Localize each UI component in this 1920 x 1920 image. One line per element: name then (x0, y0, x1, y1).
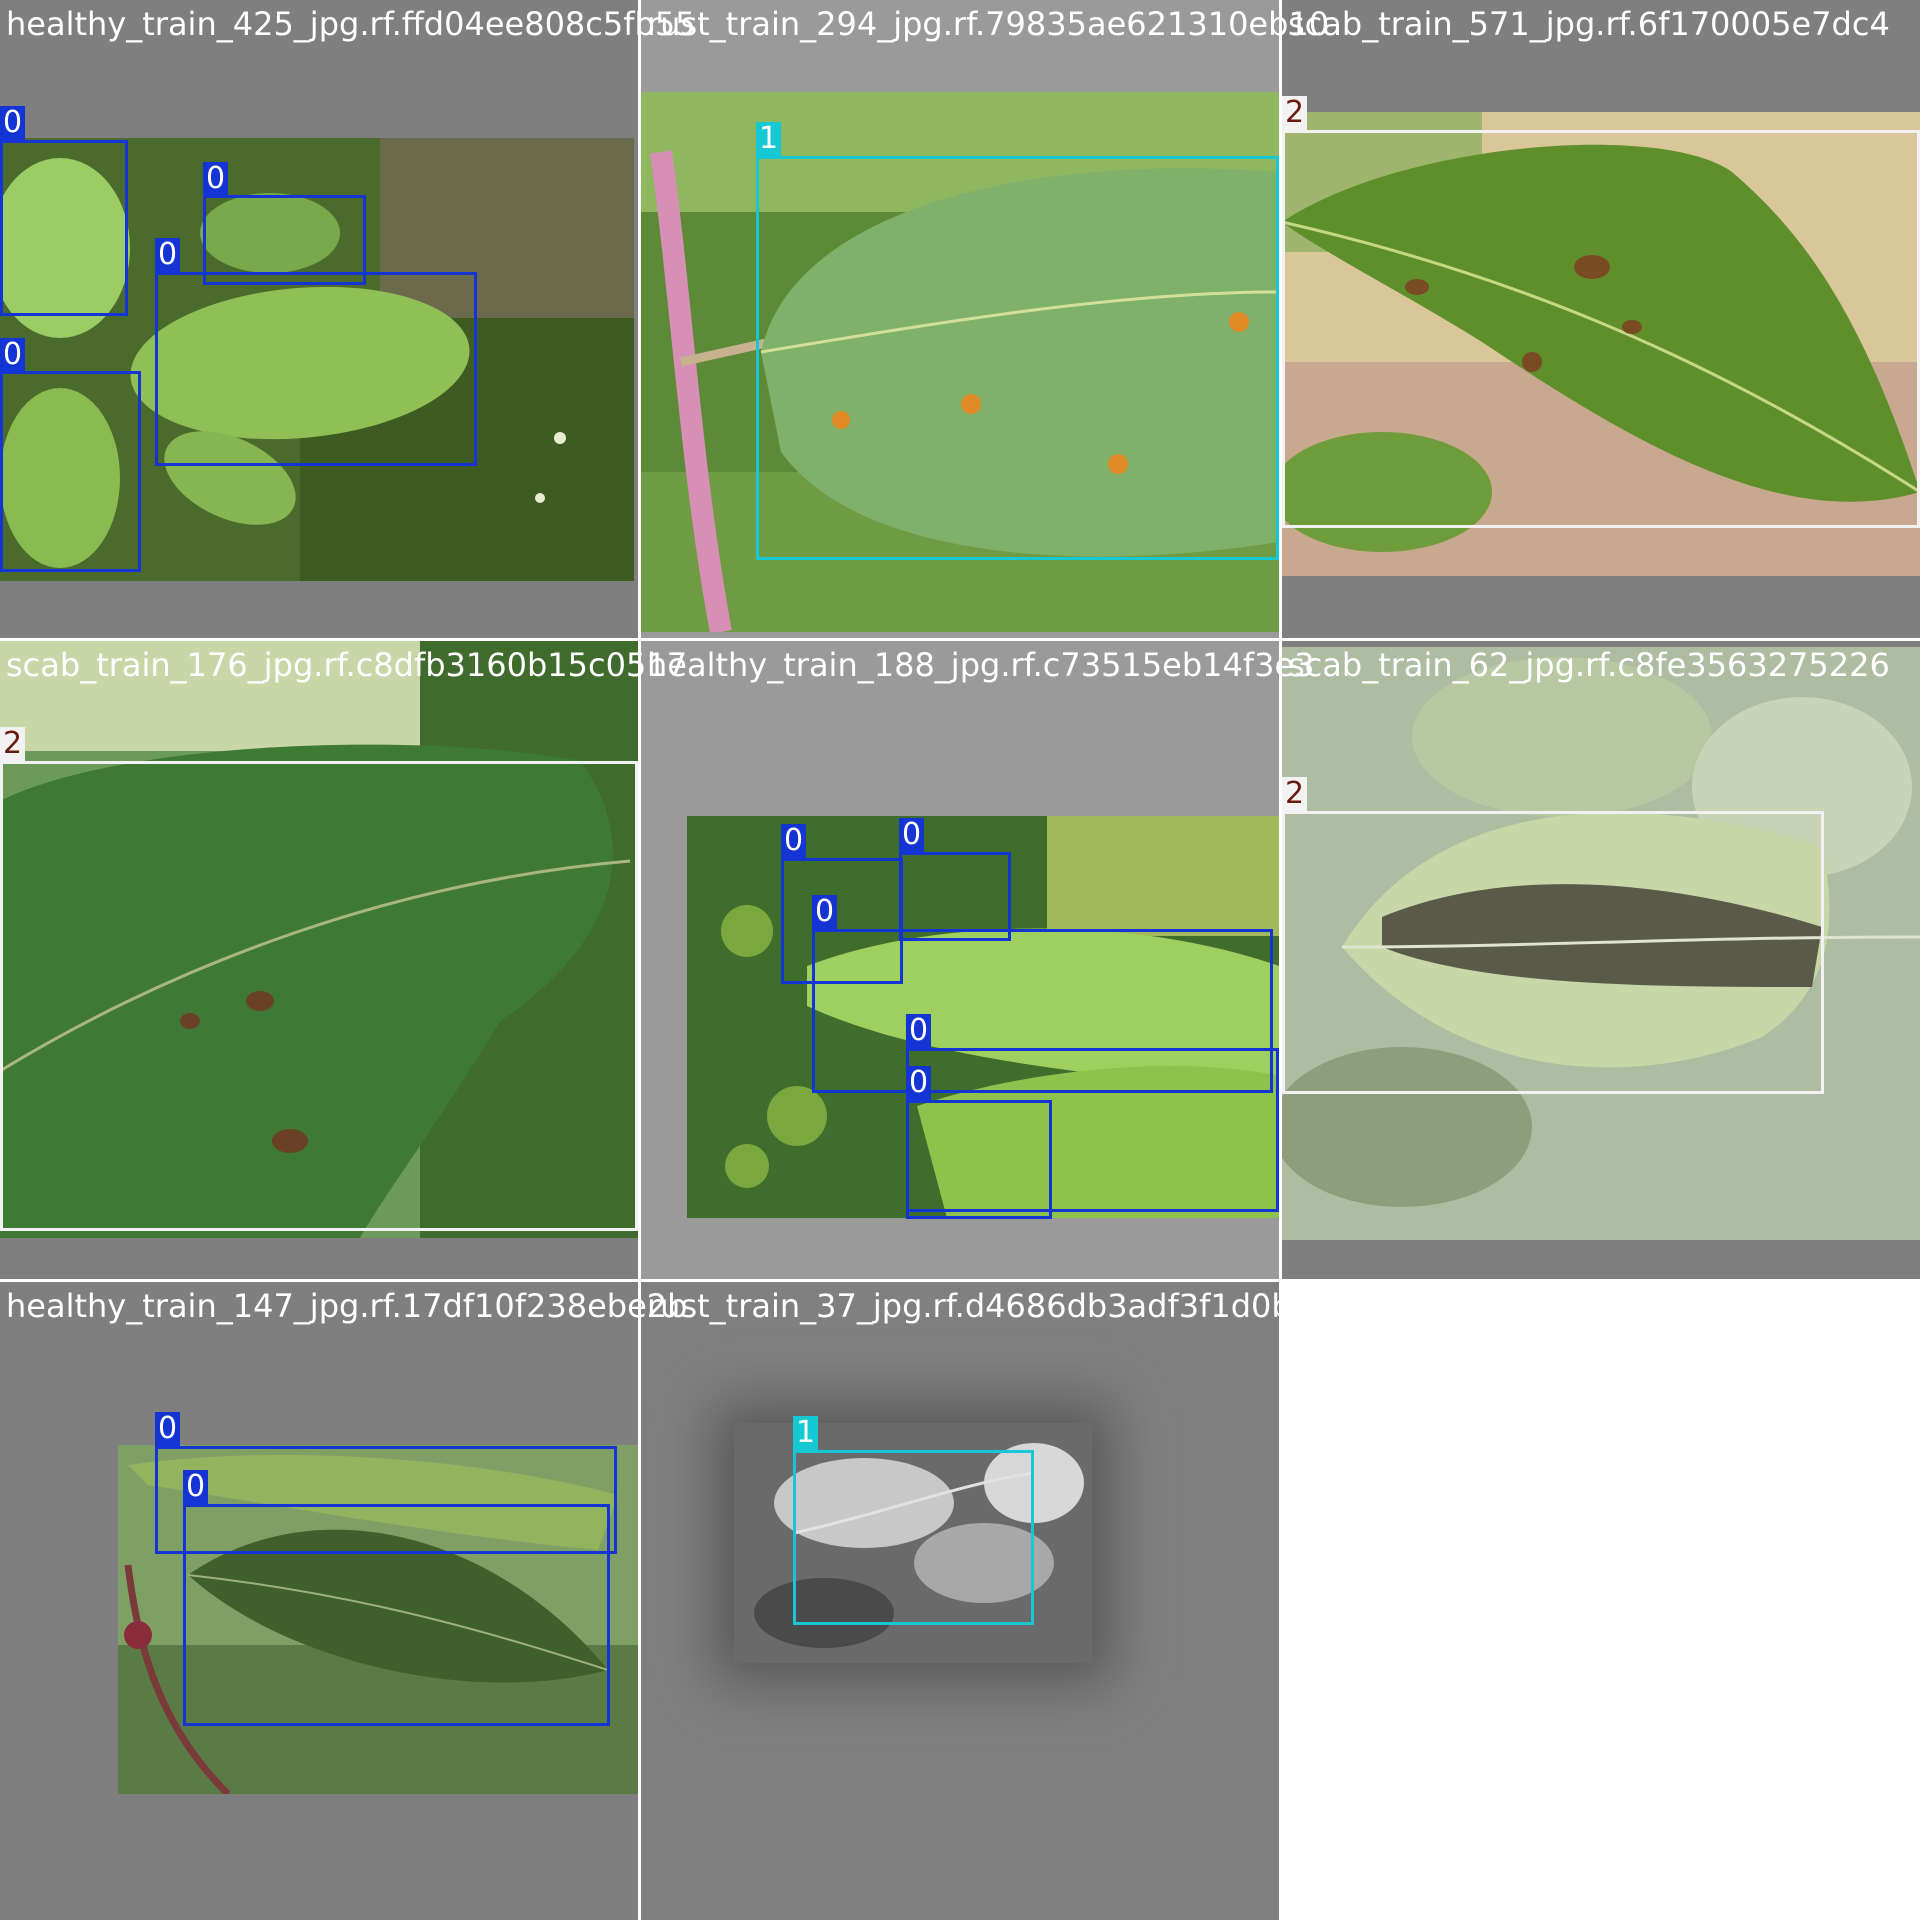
class-label: 2 (1282, 96, 1308, 130)
class-label: 1 (756, 122, 782, 156)
bounding-box (756, 156, 1279, 560)
image-filename: scab_train_62_jpg.rf.c8fe3563275226 (1288, 646, 1890, 684)
class-label: 0 (906, 1014, 932, 1048)
class-label: 2 (0, 727, 26, 761)
bounding-box (0, 140, 128, 316)
mosaic-tile: rust_train_294_jpg.rf.79835ae621310eb10 … (640, 0, 1329, 639)
image-filename: scab_train_571_jpg.rf.6f170005e7dc4 (1288, 5, 1890, 43)
image-filename: rust_train_37_jpg.rf.d4686db3adf3f1d0b9d (647, 1287, 1333, 1325)
image-filename: rust_train_294_jpg.rf.79835ae621310eb10 (647, 5, 1330, 43)
detection-mosaic: healthy_train_425_jpg.rf.ffd04ee808c5fb5… (0, 0, 1920, 1920)
bounding-box (1282, 130, 1920, 528)
bounding-box (793, 1450, 1034, 1625)
mosaic-tile: rust_train_37_jpg.rf.d4686db3adf3f1d0b9d… (640, 1281, 1332, 1920)
class-label: 0 (781, 824, 807, 858)
bounding-box (0, 371, 141, 572)
class-label: 1 (793, 1416, 819, 1450)
bounding-box (0, 761, 638, 1231)
image-filename: healthy_train_188_jpg.rf.c73515eb14f3e3 (647, 646, 1315, 684)
image-filename: healthy_train_147_jpg.rf.17df10f238ebe2b (6, 1287, 688, 1325)
class-label: 0 (812, 895, 838, 929)
image-filename: scab_train_176_jpg.rf.c8dfb3160b15c0517 (6, 646, 688, 684)
class-label: 0 (0, 338, 26, 372)
bounding-box (155, 272, 477, 466)
bounding-box (899, 852, 1011, 941)
bounding-box (1282, 811, 1824, 1094)
class-label: 0 (0, 106, 26, 140)
mosaic-tile: scab_train_176_jpg.rf.c8dfb3160b15c0517 … (0, 640, 687, 1280)
class-label: 0 (203, 162, 229, 196)
image-filename: healthy_train_425_jpg.rf.ffd04ee808c5fb5… (6, 5, 696, 43)
class-label: 0 (899, 818, 925, 852)
bounding-box (183, 1504, 610, 1726)
class-label: 0 (155, 1412, 181, 1446)
class-label: 0 (155, 238, 181, 272)
class-label: 0 (183, 1470, 209, 1504)
bounding-box (906, 1100, 1052, 1219)
mosaic-tile: healthy_train_147_jpg.rf.17df10f238ebe2b… (0, 1281, 687, 1920)
empty-cell (1282, 1282, 1920, 1920)
class-label: 0 (906, 1066, 932, 1100)
mosaic-tile: healthy_train_188_jpg.rf.c73515eb14f3e3 … (640, 640, 1315, 1280)
mosaic-tile: scab_train_62_jpg.rf.c8fe3563275226 2 (1281, 640, 1920, 1280)
class-label: 2 (1282, 777, 1308, 811)
mosaic-tile: scab_train_571_jpg.rf.6f170005e7dc4 2 (1281, 0, 1920, 639)
mosaic-tile: healthy_train_425_jpg.rf.ffd04ee808c5fb5… (0, 0, 696, 639)
